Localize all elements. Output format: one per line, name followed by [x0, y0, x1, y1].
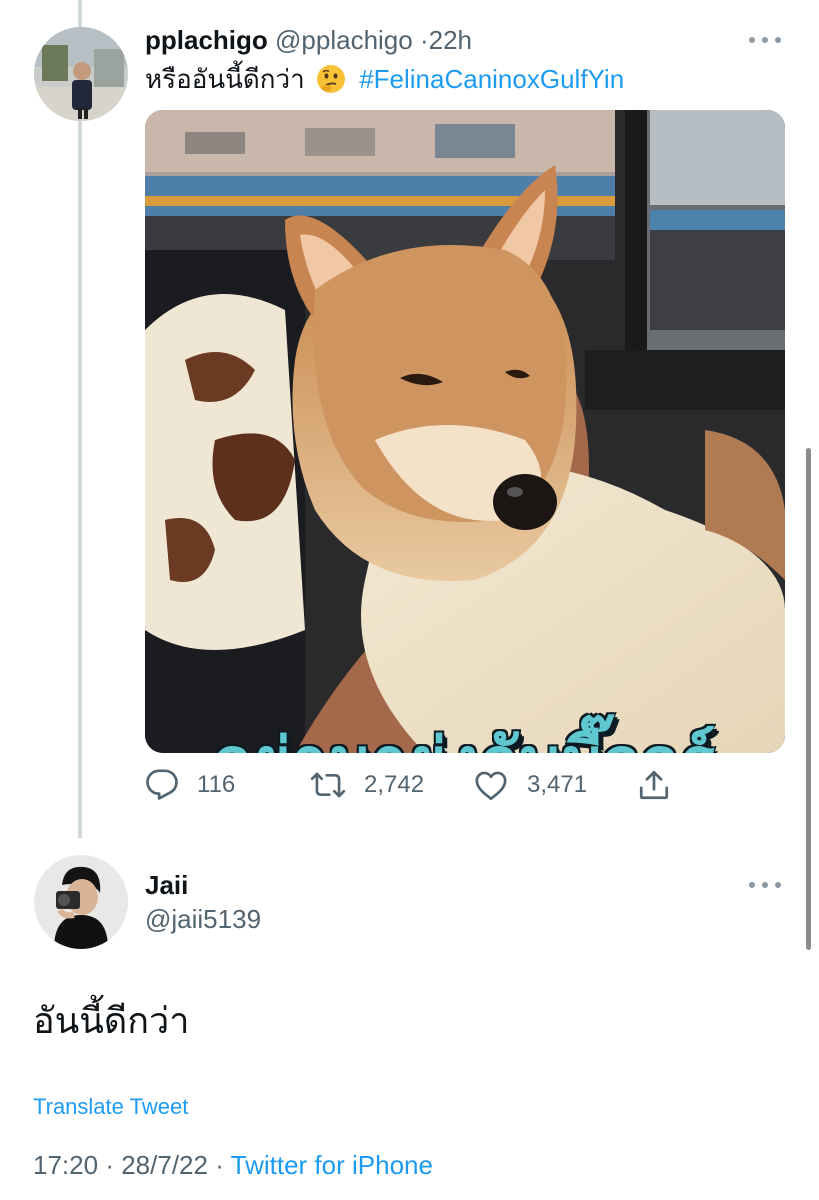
reply-icon — [145, 768, 197, 802]
tweet-actions: 116 2,742 3,471 — [145, 768, 785, 808]
reply-display-name[interactable]: Jaii — [145, 870, 188, 901]
hashtag-link[interactable]: #FelinaCaninoxGulfYin — [359, 64, 624, 94]
media-caption: อย่ามายุ่งกับมี๊วอร์ — [145, 710, 785, 753]
like-icon — [473, 768, 527, 802]
share-button[interactable] — [637, 768, 689, 802]
separator: · — [215, 1150, 224, 1180]
scrollbar[interactable] — [806, 448, 811, 950]
tweet-text: หรืออันนี้ดีกว่า #FelinaCaninoxGulfYin — [145, 62, 624, 96]
retweet-count: 2,742 — [364, 771, 425, 798]
tweet-date[interactable]: 28/7/22 — [121, 1150, 208, 1180]
avatar-pplachigo[interactable] — [34, 27, 128, 121]
tweet-meta-footer: 17:20 · 28/7/22 · Twitter for iPhone — [33, 1150, 433, 1181]
tweet-media-image[interactable]: อย่ามายุ่งกับมี๊วอร์ — [145, 110, 785, 753]
like-count: 3,471 — [527, 771, 588, 798]
timestamp[interactable]: 22h — [429, 25, 472, 55]
more-icon[interactable] — [749, 35, 783, 45]
tweet-body: หรืออันนี้ดีกว่า — [145, 64, 305, 94]
tweet-header: pplachigo @pplachigo ·22h — [145, 24, 472, 56]
thread-line — [78, 0, 82, 838]
reply-count: 116 — [197, 771, 236, 798]
source-link[interactable]: Twitter for iPhone — [231, 1150, 433, 1180]
tweet-time[interactable]: 17:20 — [33, 1150, 98, 1180]
share-icon — [637, 768, 689, 802]
translate-tweet-link[interactable]: Translate Tweet — [33, 1094, 188, 1120]
retweet-icon — [310, 768, 364, 802]
separator: · — [419, 25, 429, 55]
retweet-button[interactable]: 2,742 — [310, 768, 424, 802]
handle[interactable]: @pplachigo — [275, 25, 413, 55]
reply-button[interactable]: 116 — [145, 768, 235, 802]
more-icon[interactable] — [749, 880, 783, 890]
avatar-jaii[interactable] — [34, 855, 128, 949]
display-name[interactable]: pplachigo — [145, 25, 268, 55]
separator: · — [105, 1150, 114, 1180]
reply-handle[interactable]: @jaii5139 — [145, 904, 261, 935]
thinking-emoji — [316, 64, 346, 94]
reply-tweet-text: อันนี้ดีกว่า — [33, 1000, 190, 1041]
like-button[interactable]: 3,471 — [473, 768, 587, 802]
